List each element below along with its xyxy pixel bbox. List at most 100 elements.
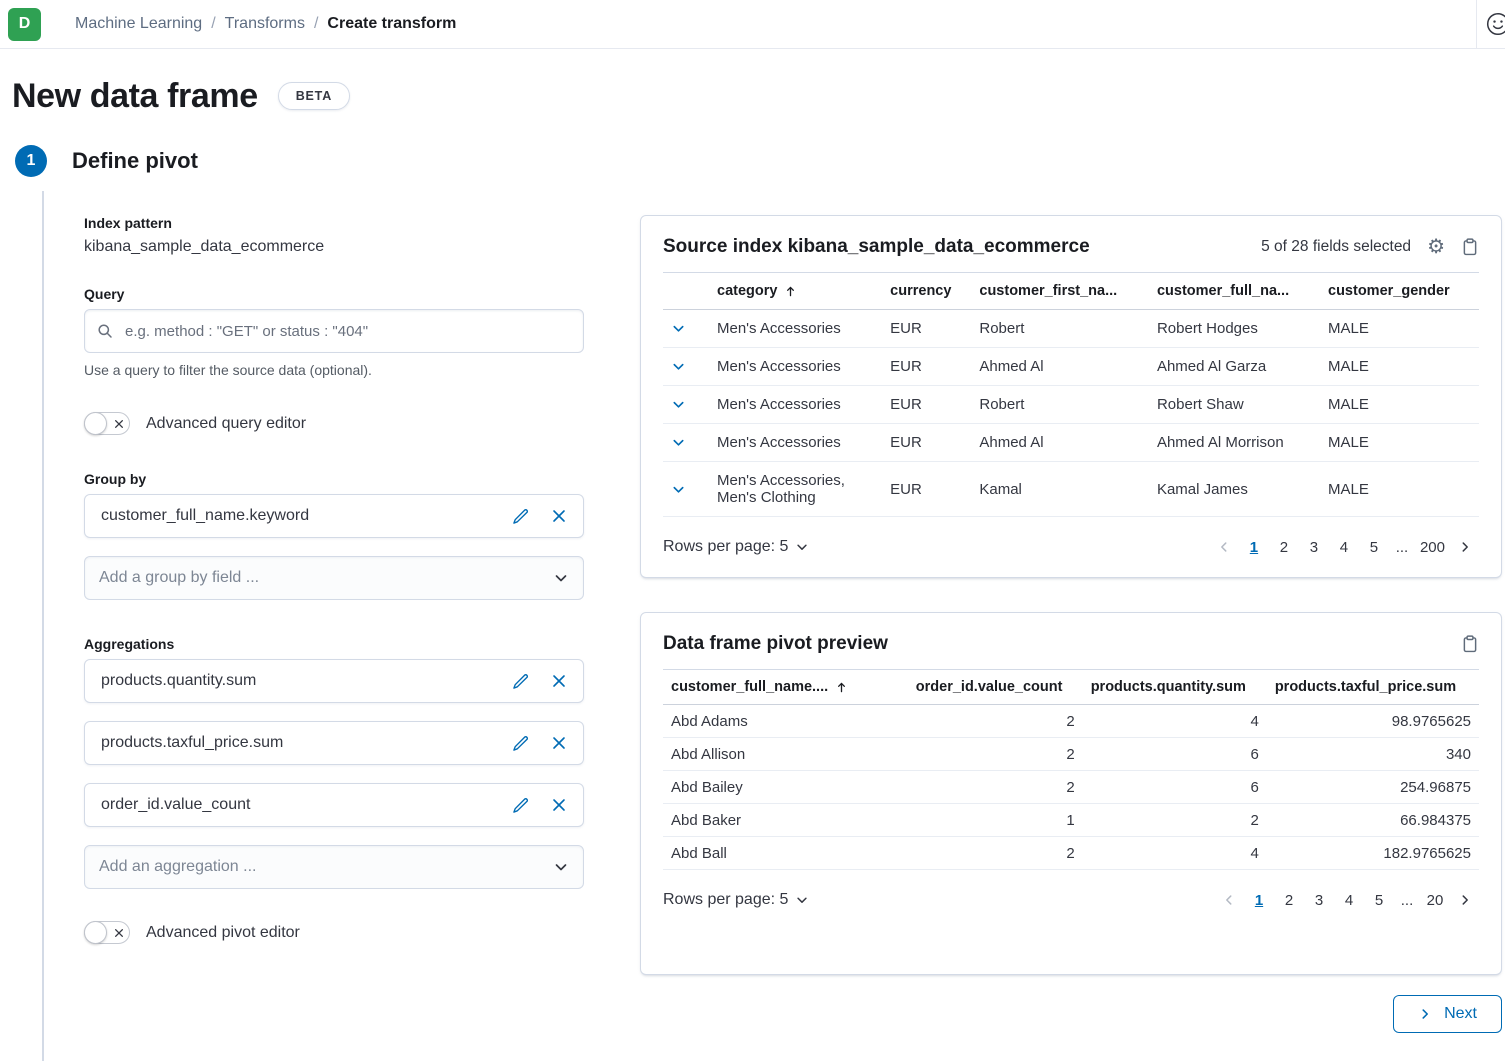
cell-gender: MALE: [1320, 424, 1479, 462]
column-header-order-id-value-count[interactable]: order_id.value_count: [908, 670, 1083, 705]
cell-order-count: 2: [908, 738, 1083, 771]
column-header-products-quantity-sum[interactable]: products.quantity.sum: [1083, 670, 1267, 705]
cell-first-name: Ahmed Al: [971, 348, 1149, 386]
next-page-button[interactable]: [1451, 886, 1479, 914]
rows-per-page-button[interactable]: Rows per page: 5: [663, 891, 809, 909]
rows-per-page-label: Rows per page: 5: [663, 891, 788, 909]
page-button[interactable]: 3: [1300, 533, 1328, 561]
top-bar-divider: [1476, 0, 1477, 48]
page-button[interactable]: 2: [1270, 533, 1298, 561]
step-define-pivot: 1 Define pivot Index pattern kibana_samp…: [12, 145, 1505, 1033]
advanced-query-editor-toggle[interactable]: [84, 412, 130, 435]
cell-currency: EUR: [882, 348, 971, 386]
next-button-label: Next: [1444, 1005, 1477, 1023]
cell-first-name: Robert: [971, 386, 1149, 424]
preview-column: Source index kibana_sample_data_ecommerc…: [640, 215, 1502, 1033]
page-button[interactable]: 1: [1245, 886, 1273, 914]
edit-icon[interactable]: [512, 735, 529, 752]
step-number: 1: [15, 145, 47, 177]
expand-row-icon[interactable]: [671, 397, 701, 412]
cell-currency: EUR: [882, 386, 971, 424]
cell-full-name: Abd Ball: [663, 837, 908, 870]
cell-gender: MALE: [1320, 386, 1479, 424]
table-row: Abd Allison 2 6 340: [663, 738, 1479, 771]
add-group-by-placeholder: Add a group by field ...: [99, 569, 553, 587]
query-input[interactable]: [84, 309, 584, 353]
expand-row-icon[interactable]: [671, 359, 701, 374]
prev-page-button[interactable]: [1210, 533, 1238, 561]
clipboard-icon[interactable]: [1461, 238, 1479, 256]
delete-icon[interactable]: [551, 735, 567, 751]
page-button[interactable]: 1: [1240, 533, 1268, 561]
space-avatar[interactable]: D: [8, 8, 41, 41]
cell-currency: EUR: [882, 310, 971, 348]
delete-icon[interactable]: [551, 673, 567, 689]
delete-icon[interactable]: [551, 797, 567, 813]
column-header-label: category: [717, 283, 777, 299]
table-row: Men's Accessories EUR Ahmed Al Ahmed Al …: [663, 424, 1479, 462]
chevron-down-icon: [795, 540, 809, 554]
cell-category: Men's Accessories: [709, 310, 882, 348]
cell-full-name: Kamal James: [1149, 462, 1320, 517]
expand-row-icon[interactable]: [671, 435, 701, 450]
page-button[interactable]: 2: [1275, 886, 1303, 914]
page-button[interactable]: 20: [1421, 886, 1449, 914]
cell-category: Men's Accessories, Men's Clothing: [709, 462, 882, 517]
cell-quantity-sum: 2: [1083, 804, 1267, 837]
next-page-button[interactable]: [1451, 533, 1479, 561]
add-aggregation-placeholder: Add an aggregation ...: [99, 858, 553, 876]
cell-order-count: 2: [908, 705, 1083, 738]
prev-page-button[interactable]: [1215, 886, 1243, 914]
page-button[interactable]: 3: [1305, 886, 1333, 914]
add-aggregation-select[interactable]: Add an aggregation ...: [84, 845, 584, 889]
newsfeed-icon[interactable]: [1485, 11, 1505, 37]
column-header-currency[interactable]: currency: [882, 273, 971, 310]
delete-icon[interactable]: [551, 508, 567, 524]
next-button[interactable]: Next: [1393, 995, 1502, 1033]
toggle-off-icon: [114, 419, 124, 429]
column-header-products-taxful-price-sum[interactable]: products.taxful_price.sum: [1267, 670, 1479, 705]
column-header-category[interactable]: category: [709, 273, 882, 310]
expand-row-icon[interactable]: [671, 321, 701, 336]
gear-icon[interactable]: ⚙: [1427, 237, 1445, 257]
cell-gender: MALE: [1320, 348, 1479, 386]
aggregation-item-label: products.taxful_price.sum: [101, 734, 512, 752]
cell-price-sum: 340: [1267, 738, 1479, 771]
fields-selected-count: 5 of 28 fields selected: [1261, 238, 1411, 256]
aggregations-label: Aggregations: [84, 636, 584, 652]
edit-icon[interactable]: [512, 797, 529, 814]
chevron-down-icon: [553, 859, 569, 875]
aggregation-item-label: order_id.value_count: [101, 796, 512, 814]
chevron-down-icon: [553, 570, 569, 586]
column-header-customer-full-name[interactable]: customer_full_name....: [663, 670, 908, 705]
clipboard-icon[interactable]: [1461, 635, 1479, 653]
column-header-customer-gender[interactable]: customer_gender: [1320, 273, 1479, 310]
add-group-by-select[interactable]: Add a group by field ...: [84, 556, 584, 600]
index-pattern-value: kibana_sample_data_ecommerce: [84, 238, 584, 256]
page-button[interactable]: 4: [1330, 533, 1358, 561]
group-by-item-label: customer_full_name.keyword: [101, 507, 512, 525]
cell-quantity-sum: 4: [1083, 705, 1267, 738]
cell-first-name: Kamal: [971, 462, 1149, 517]
rows-per-page-button[interactable]: Rows per page: 5: [663, 538, 809, 556]
column-header-customer-first-name[interactable]: customer_first_na...: [971, 273, 1149, 310]
create-transform-page: D Machine Learning / Transforms / Create…: [0, 0, 1505, 1061]
page-button[interactable]: 5: [1360, 533, 1388, 561]
cell-price-sum: 182.9765625: [1267, 837, 1479, 870]
breadcrumb-transforms[interactable]: Transforms: [225, 15, 305, 33]
table-row: Men's Accessories, Men's Clothing EUR Ka…: [663, 462, 1479, 517]
breadcrumb-machine-learning[interactable]: Machine Learning: [75, 15, 202, 33]
edit-icon[interactable]: [512, 673, 529, 690]
edit-icon[interactable]: [512, 508, 529, 525]
breadcrumb: Machine Learning / Transforms / Create t…: [75, 15, 456, 33]
page-button[interactable]: 5: [1365, 886, 1393, 914]
cell-full-name: Robert Hodges: [1149, 310, 1320, 348]
main-content: New data frame BETA 1 Define pivot Index…: [0, 49, 1505, 1033]
query-help-text: Use a query to filter the source data (o…: [84, 362, 584, 378]
page-button[interactable]: 200: [1416, 533, 1449, 561]
advanced-pivot-editor-toggle[interactable]: [84, 921, 130, 944]
expand-row-icon[interactable]: [671, 482, 701, 497]
page-button[interactable]: 4: [1335, 886, 1363, 914]
cell-quantity-sum: 4: [1083, 837, 1267, 870]
column-header-customer-full-name[interactable]: customer_full_na...: [1149, 273, 1320, 310]
